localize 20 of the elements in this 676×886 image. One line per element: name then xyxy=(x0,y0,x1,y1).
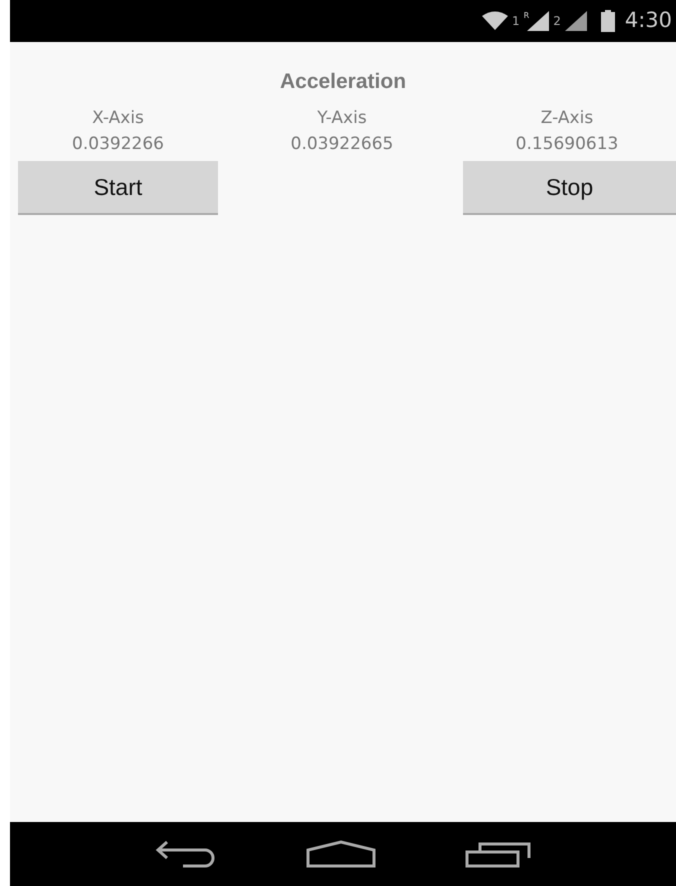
action-button[interactable]: Stop xyxy=(463,161,676,215)
sim-label: 2 xyxy=(553,13,561,30)
axis-label: Z-Axis xyxy=(540,107,594,130)
axis-label: Y-Axis xyxy=(317,107,367,130)
axis-value: 0.0392266 xyxy=(72,133,164,156)
back-icon[interactable] xyxy=(154,840,217,868)
screen-title: Acceleration xyxy=(278,71,408,92)
clock: 4:30 xyxy=(624,7,672,34)
signal-icon xyxy=(527,11,550,31)
axis-value: 0.15690613 xyxy=(516,133,618,156)
wifi-icon xyxy=(482,11,508,31)
roaming-label: R xyxy=(524,10,530,22)
sim-label: 1 xyxy=(512,13,520,30)
axis-label: X-Axis xyxy=(92,107,144,130)
action-button[interactable]: Start xyxy=(18,161,218,215)
axis-value: 0.03922665 xyxy=(290,133,394,156)
battery-icon xyxy=(600,10,615,32)
signal-icon xyxy=(564,11,587,31)
recent-apps-icon[interactable] xyxy=(465,840,532,868)
home-icon[interactable] xyxy=(306,840,376,868)
